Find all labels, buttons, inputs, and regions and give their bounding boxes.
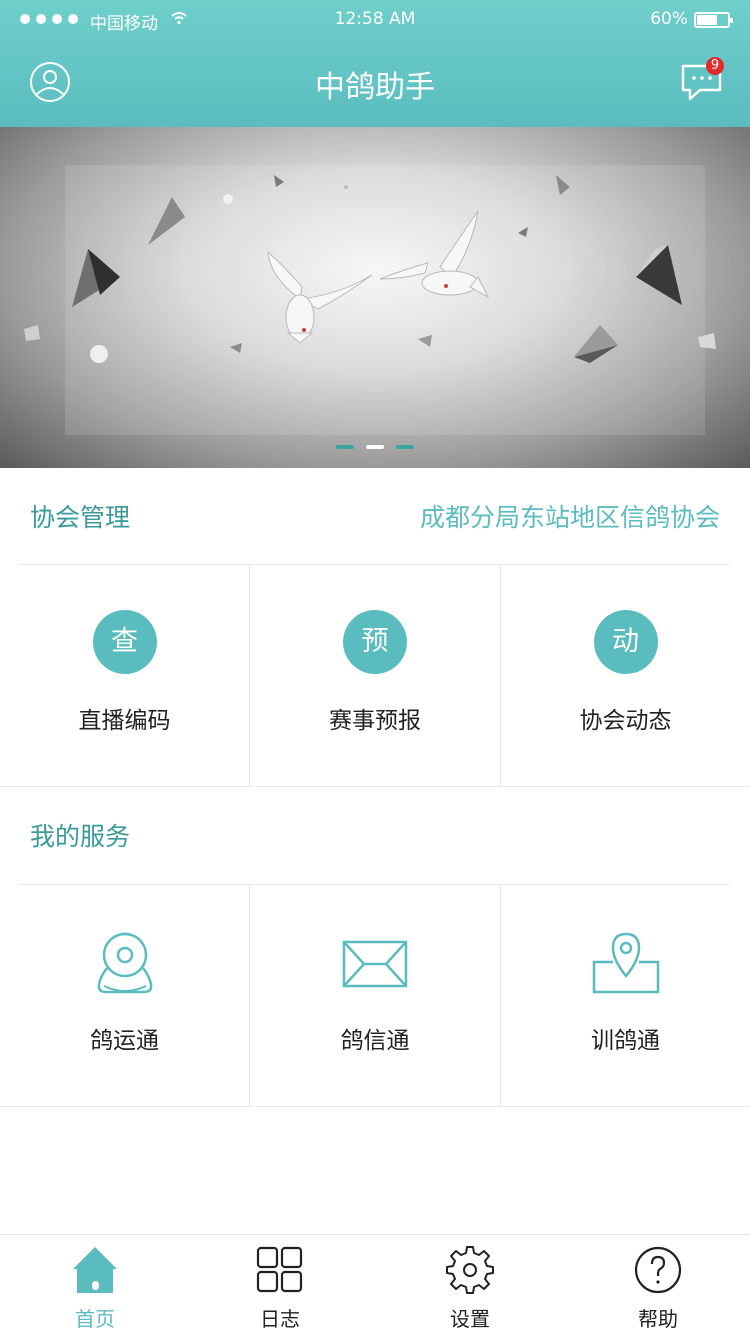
page-title: 中鸽助手 xyxy=(315,70,435,105)
gear-icon xyxy=(446,1246,494,1294)
status-time: 12:58 AM xyxy=(334,9,416,29)
pigeon-transport-label: 鸽运通 xyxy=(90,1028,159,1054)
banner-image xyxy=(24,165,716,435)
association-title: 协会管理 xyxy=(30,503,131,532)
banner-carousel[interactable] xyxy=(0,127,750,468)
tab-help[interactable]: 帮助 xyxy=(598,1235,718,1334)
map-pin-icon xyxy=(592,932,659,994)
pigeon-training-label: 训鸽通 xyxy=(591,1028,660,1054)
race-forecast-item[interactable]: 预 赛事预报 xyxy=(250,565,501,786)
home-icon xyxy=(73,1247,117,1293)
services-header: 我的服务 xyxy=(0,787,750,884)
race-forecast-label: 赛事预报 xyxy=(329,708,421,734)
forecast-badge-icon: 预 xyxy=(343,610,407,674)
pigeon-training-item[interactable]: 训鸽通 xyxy=(501,885,750,1106)
unread-badge: 9 xyxy=(706,57,724,75)
tab-log-label: 日志 xyxy=(260,1307,300,1331)
help-icon xyxy=(634,1246,682,1294)
association-grid: 查 直播编码 预 赛事预报 动 协会动态 xyxy=(0,565,750,786)
association-org-name[interactable]: 成都分局东站地区信鸽协会 xyxy=(420,498,720,534)
association-news-label: 协会动态 xyxy=(579,708,672,734)
battery-percent: 60% xyxy=(650,9,688,29)
pigeon-transport-item[interactable]: 鸽运通 xyxy=(0,885,250,1106)
live-code-label: 直播编码 xyxy=(78,708,171,734)
envelope-icon xyxy=(342,940,408,988)
pigeon-message-item[interactable]: 鸽信通 xyxy=(250,885,501,1106)
status-bar: 中国移动 12:58 AM 60% xyxy=(0,0,750,40)
association-news-item[interactable]: 动 协会动态 xyxy=(501,565,750,786)
tab-home-label: 首页 xyxy=(75,1307,115,1331)
carousel-dot[interactable] xyxy=(336,445,354,449)
tab-settings[interactable]: 设置 xyxy=(410,1235,530,1334)
grid-icon xyxy=(256,1246,303,1293)
tab-settings-label: 设置 xyxy=(450,1307,490,1331)
pigeon-message-label: 鸽信通 xyxy=(340,1028,410,1054)
divider xyxy=(0,1106,750,1107)
carousel-indicators[interactable] xyxy=(0,445,750,449)
carousel-dot[interactable] xyxy=(396,445,414,449)
battery-icon xyxy=(694,12,733,28)
live-code-item[interactable]: 查 直播编码 xyxy=(0,565,250,786)
carousel-dot-active[interactable] xyxy=(366,445,384,449)
search-badge-icon: 查 xyxy=(92,610,157,674)
tab-log[interactable]: 日志 xyxy=(220,1235,340,1334)
message-button[interactable]: 9 xyxy=(678,57,726,104)
bottom-tab-bar: 首页 日志 设置 帮助 xyxy=(0,1234,750,1334)
tab-help-label: 帮助 xyxy=(638,1307,678,1331)
camera-icon xyxy=(97,932,152,994)
tab-home[interactable]: 首页 xyxy=(35,1235,155,1334)
news-badge-icon: 动 xyxy=(593,610,658,674)
app-header: 中国移动 12:58 AM 60% 中鸽助手 9 xyxy=(0,0,750,127)
association-header: 协会管理 成都分局东站地区信鸽协会 xyxy=(0,468,750,565)
services-grid: 鸽运通 鸽信通 训鸽通 xyxy=(0,885,750,1106)
services-title: 我的服务 xyxy=(30,822,131,851)
